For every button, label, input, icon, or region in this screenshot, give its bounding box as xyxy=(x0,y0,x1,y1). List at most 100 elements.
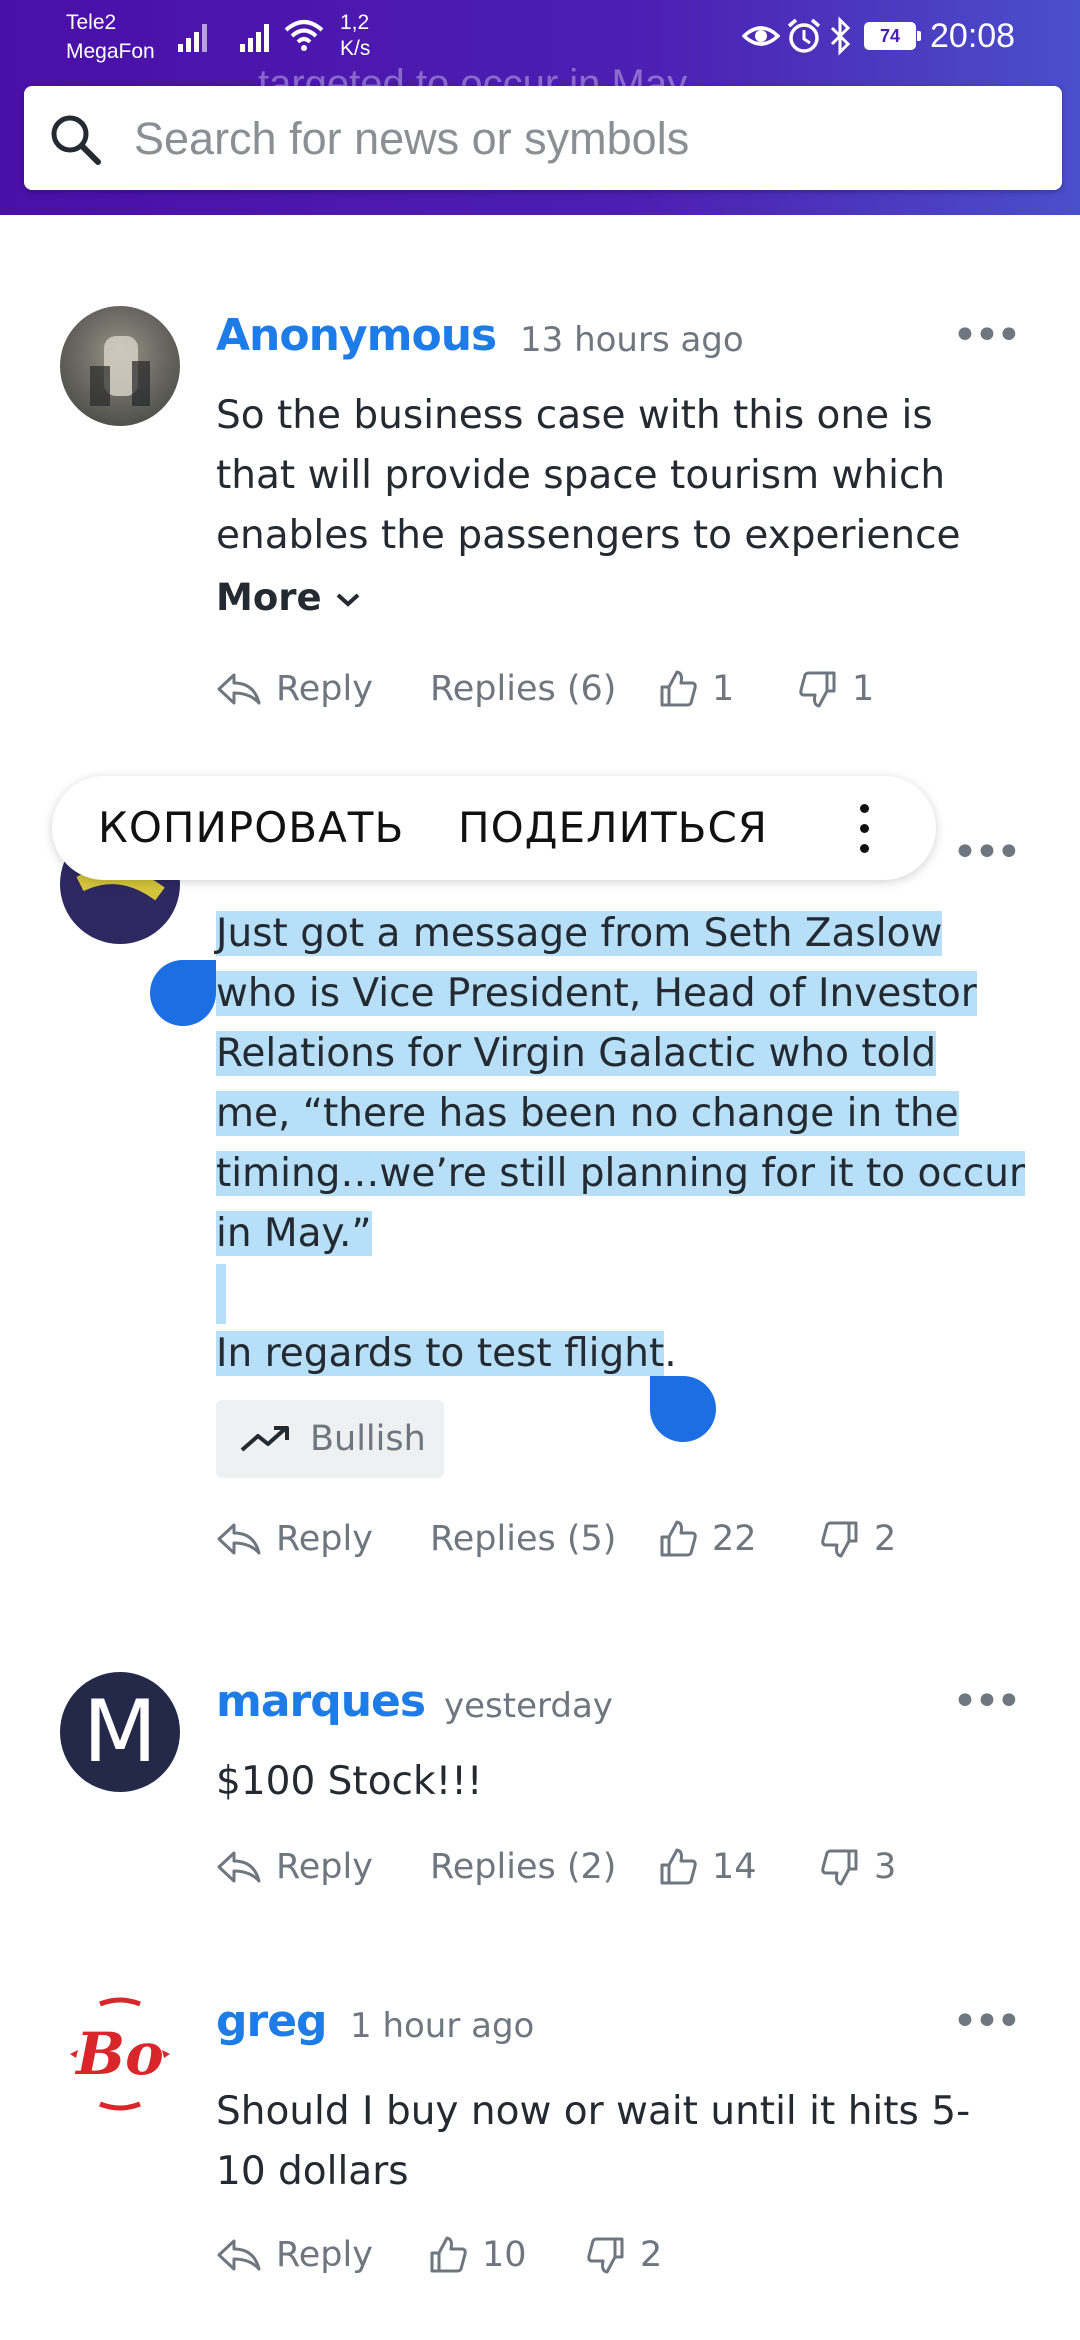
username[interactable]: Anonymous xyxy=(216,310,497,361)
thumbs-down-icon xyxy=(587,2237,624,2274)
reply-icon xyxy=(217,2239,261,2271)
more-options-icon[interactable]: ••• xyxy=(952,831,1022,875)
search-icon xyxy=(51,115,101,165)
copy-button[interactable]: КОПИРОВАТЬ xyxy=(98,776,404,880)
text-selection-menu: КОПИРОВАТЬ ПОДЕЛИТЬСЯ xyxy=(52,776,936,880)
sentiment-label: Bullish xyxy=(310,1419,426,1459)
replies-label: Replies (6) xyxy=(430,669,617,709)
body-line: timing…we’re still planning for it to oc… xyxy=(216,1151,1026,1196)
avatar[interactable]: M xyxy=(60,1672,180,1792)
more-button[interactable]: More xyxy=(216,576,362,619)
dislike-button[interactable]: 1 xyxy=(798,664,874,714)
carrier-2: MegaFon xyxy=(66,40,155,63)
like-count: 14 xyxy=(712,1847,757,1887)
more-options-icon[interactable]: ••• xyxy=(952,2000,1022,2044)
like-count: 22 xyxy=(712,1519,757,1559)
timestamp: yesterday xyxy=(444,1686,613,1726)
thumbs-down-icon xyxy=(799,671,836,708)
bluetooth-icon xyxy=(830,16,851,56)
like-button[interactable]: 1 xyxy=(658,664,734,714)
thumbs-up-icon xyxy=(660,670,697,707)
thumbs-up-icon xyxy=(660,1848,697,1885)
alarm-icon xyxy=(787,18,821,53)
reply-label: Reply xyxy=(276,1519,373,1559)
replies-label: Replies (2) xyxy=(430,1847,617,1887)
search-bar[interactable] xyxy=(24,86,1062,192)
carrier-1: Tele2 xyxy=(66,11,117,34)
comment-body: So the business case with this one is th… xyxy=(216,393,961,558)
more-options-icon[interactable]: ••• xyxy=(952,314,1022,358)
net-speed-value: 1,2 xyxy=(340,11,370,34)
body-blank-line xyxy=(216,1264,226,1324)
more-label: More xyxy=(216,576,322,619)
comment-body: Just got a message from Seth Zaslow who … xyxy=(216,904,1080,1384)
sentiment-badge: Bullish xyxy=(216,1400,444,1478)
body-line: Just got a message from Seth Zaslow xyxy=(216,911,943,956)
avatar-letter: M xyxy=(82,1682,158,1782)
selection-end-handle[interactable] xyxy=(650,1376,716,1442)
body-line: me, “there has been no change in the xyxy=(216,1091,959,1136)
body-line: In regards to test flight xyxy=(216,1331,665,1376)
battery-level: 74 xyxy=(866,24,914,48)
trending-up-icon xyxy=(240,1426,289,1452)
battery-icon: 74 xyxy=(864,22,921,50)
carrier-names: Tele2 MegaFon xyxy=(66,8,155,66)
selection-start-handle[interactable] xyxy=(150,960,216,1026)
share-button[interactable]: ПОДЕЛИТЬСЯ xyxy=(458,776,768,880)
username[interactable]: marques xyxy=(216,1676,426,1727)
timestamp: 1 hour ago xyxy=(350,2006,535,2046)
search-input[interactable] xyxy=(132,86,1036,192)
dislike-button[interactable]: 3 xyxy=(820,1842,896,1892)
replies-button[interactable]: Replies (5) xyxy=(430,1514,616,1564)
signal-icon xyxy=(178,22,212,52)
reply-button[interactable]: Reply xyxy=(216,2230,373,2280)
reply-button[interactable]: Reply xyxy=(216,664,373,714)
eye-icon xyxy=(742,26,780,46)
signal-icon xyxy=(240,22,274,52)
clock: 20:08 xyxy=(930,17,1016,55)
app-header: Tele2 MegaFon 1,2 K/s 74 20:08 targeted … xyxy=(0,0,1080,215)
username[interactable]: greg xyxy=(216,1996,328,2047)
reply-label: Reply xyxy=(276,669,373,709)
overflow-menu-icon[interactable] xyxy=(852,804,876,854)
net-speed: 1,2 K/s xyxy=(340,10,370,62)
reply-icon xyxy=(217,1523,261,1555)
timestamp: 13 hours ago xyxy=(520,320,744,360)
replies-button[interactable]: Replies (2) xyxy=(430,1842,616,1892)
dislike-count: 3 xyxy=(874,1847,897,1887)
reply-label: Reply xyxy=(276,1847,373,1887)
dislike-count: 1 xyxy=(852,669,875,709)
reply-icon xyxy=(217,1851,261,1883)
dislike-button[interactable]: 2 xyxy=(820,1514,896,1564)
thumbs-up-icon xyxy=(660,1520,697,1557)
like-button[interactable]: 22 xyxy=(658,1514,757,1564)
like-button[interactable]: 10 xyxy=(428,2230,527,2280)
reply-button[interactable]: Reply xyxy=(216,1514,373,1564)
thumbs-up-icon xyxy=(430,2236,467,2273)
body-line: in May.” xyxy=(216,1211,372,1256)
dislike-button[interactable]: 2 xyxy=(586,2230,662,2280)
body-line-end: . xyxy=(664,1331,677,1376)
avatar-logo-art xyxy=(70,1997,170,2111)
like-button[interactable]: 14 xyxy=(658,1842,757,1892)
body-line: Relations for Virgin Galactic who told xyxy=(216,1031,937,1076)
body-line: who is Vice President, Head of Investor xyxy=(216,971,977,1016)
reply-button[interactable]: Reply xyxy=(216,1842,373,1892)
thumbs-down-icon xyxy=(821,1521,858,1558)
net-speed-unit: K/s xyxy=(340,37,371,60)
thumbs-down-icon xyxy=(821,1849,858,1886)
avatar[interactable] xyxy=(60,306,180,426)
avatar[interactable]: Bo xyxy=(60,1994,180,2114)
dislike-count: 2 xyxy=(874,1519,897,1559)
chevron-down-icon xyxy=(337,593,360,607)
replies-button[interactable]: Replies (6) xyxy=(430,664,616,714)
wifi-icon xyxy=(284,20,324,51)
dislike-count: 2 xyxy=(640,2235,663,2275)
reply-label: Reply xyxy=(276,2235,373,2275)
replies-label: Replies (5) xyxy=(430,1519,617,1559)
reply-icon xyxy=(217,673,261,705)
comment-body: Should I buy now or wait until it hits 5… xyxy=(216,2089,971,2194)
like-count: 10 xyxy=(482,2235,527,2275)
like-count: 1 xyxy=(712,669,735,709)
more-options-icon[interactable]: ••• xyxy=(952,1680,1022,1724)
